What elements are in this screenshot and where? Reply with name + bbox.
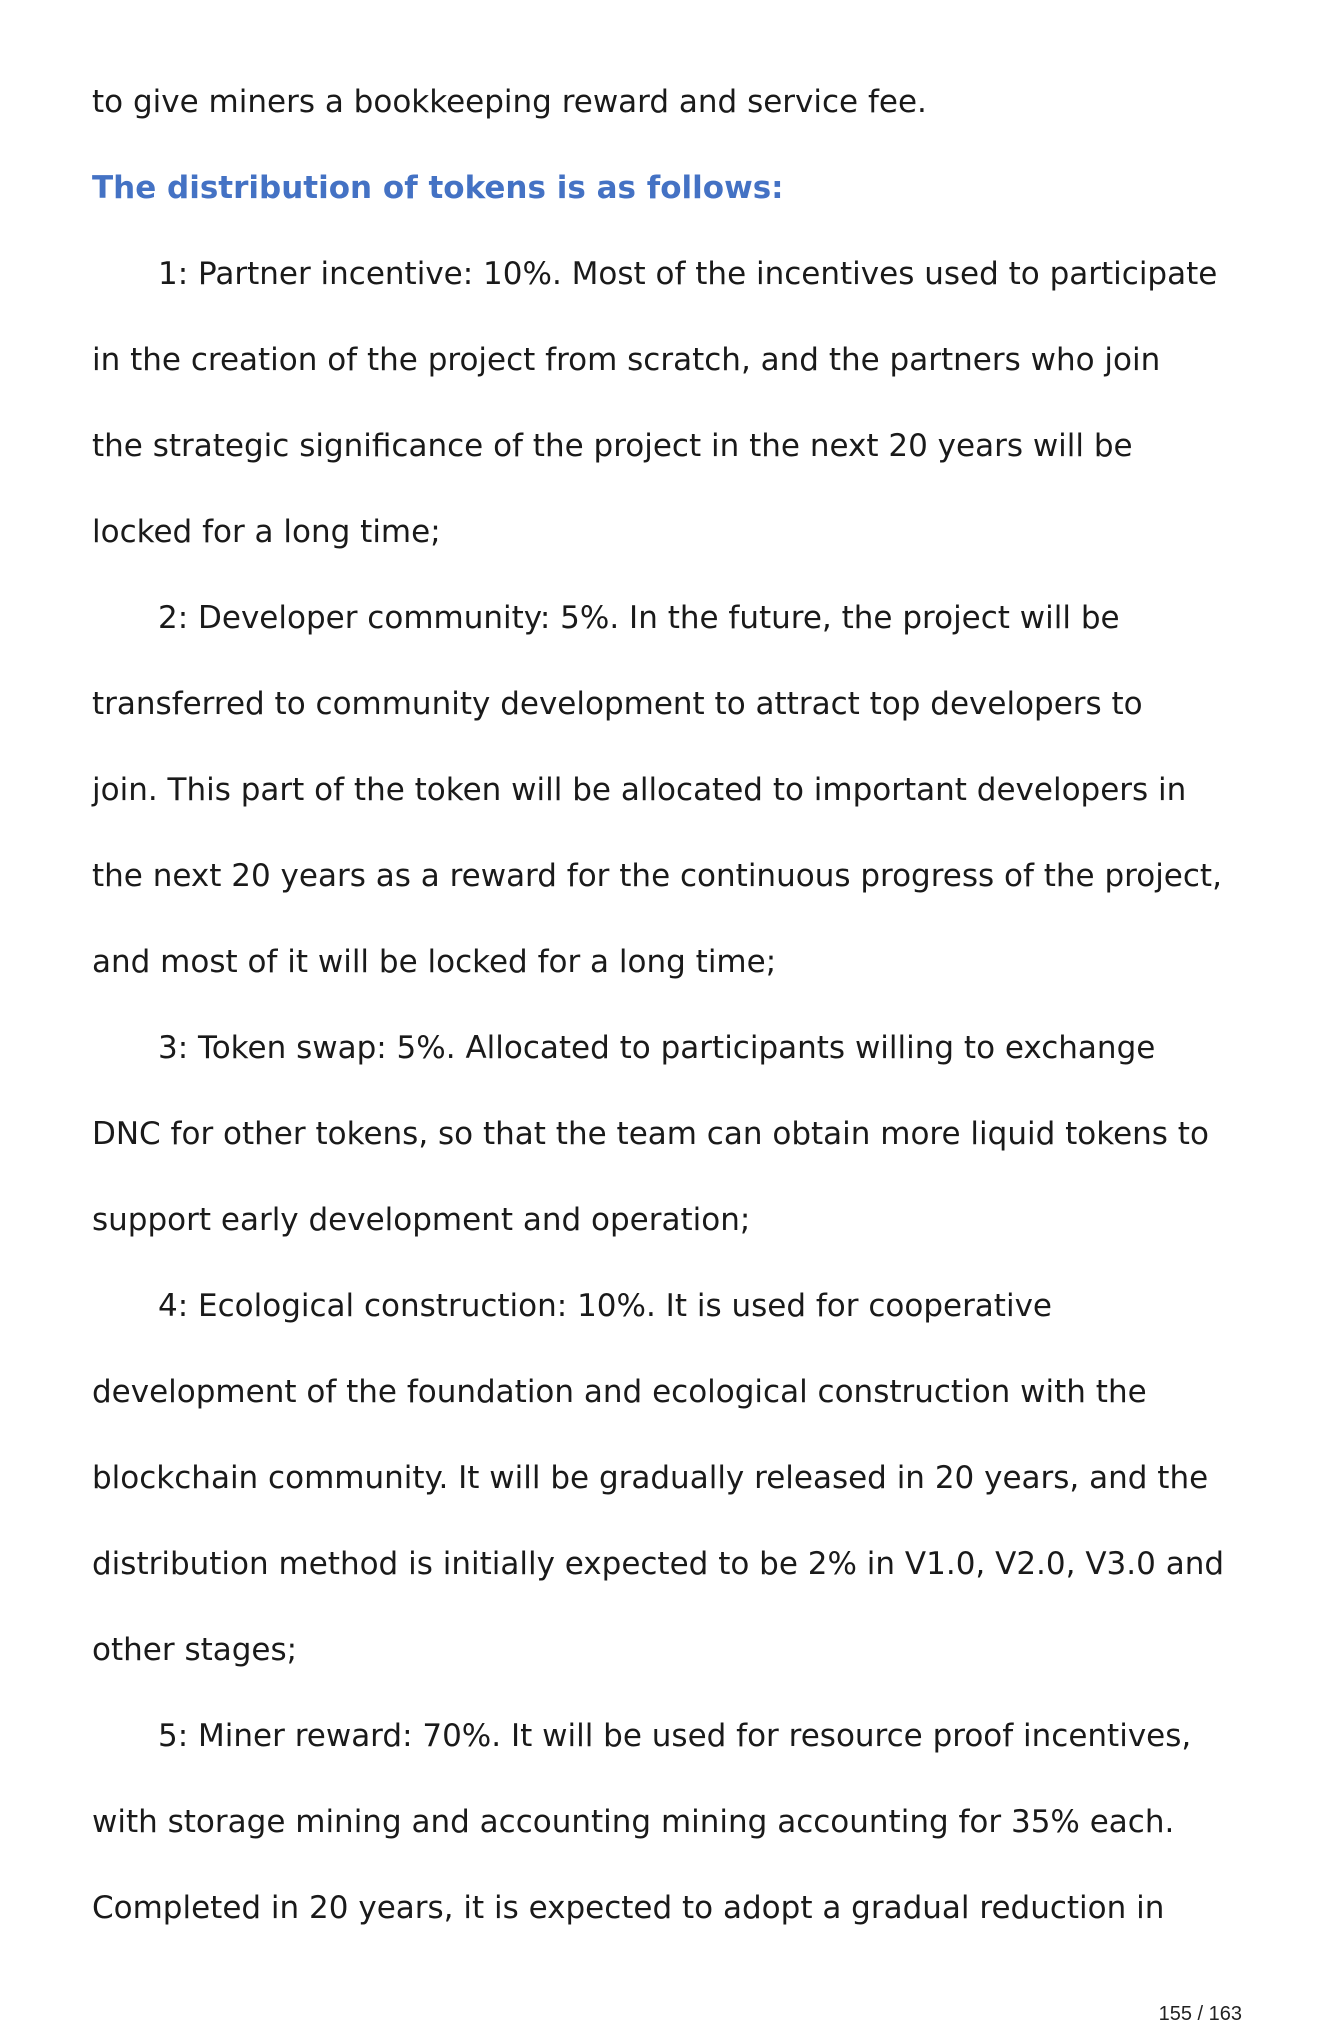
body-text-line: locked for a long time;: [92, 514, 441, 550]
body-text-line: the strategic significance of the projec…: [92, 428, 1133, 464]
list-item-token-swap: 3: Token swap: 5%. Allocated to particip…: [158, 1030, 1156, 1066]
body-text-line: support early development and operation;: [92, 1202, 751, 1238]
document-page: to give miners a bookkeeping reward and …: [0, 0, 1332, 2041]
body-text-line: distribution method is initially expecte…: [92, 1546, 1225, 1582]
body-text-line: Completed in 20 years, it is expected to…: [92, 1890, 1165, 1926]
list-item-partner-incentive: 1: Partner incentive: 10%. Most of the i…: [158, 256, 1218, 292]
body-text-line: with storage mining and accounting minin…: [92, 1804, 1175, 1840]
body-text-line: the next 20 years as a reward for the co…: [92, 858, 1222, 894]
body-text-line: DNC for other tokens, so that the team c…: [92, 1116, 1209, 1152]
body-text-line: to give miners a bookkeeping reward and …: [92, 84, 927, 120]
list-item-miner-reward: 5: Miner reward: 70%. It will be used fo…: [158, 1718, 1192, 1754]
section-heading: The distribution of tokens is as follows…: [92, 170, 784, 206]
list-item-ecological-construction: 4: Ecological construction: 10%. It is u…: [158, 1288, 1052, 1324]
body-text-line: join. This part of the token will be all…: [92, 772, 1187, 808]
body-text-line: and most of it will be locked for a long…: [92, 944, 777, 980]
body-text-line: other stages;: [92, 1632, 298, 1668]
page-number: 155 / 163: [1158, 2003, 1242, 2025]
body-text-line: transferred to community development to …: [92, 686, 1143, 722]
list-item-developer-community: 2: Developer community: 5%. In the futur…: [158, 600, 1120, 636]
body-text-line: in the creation of the project from scra…: [92, 342, 1161, 378]
body-text-line: development of the foundation and ecolog…: [92, 1374, 1147, 1410]
body-text-line: blockchain community. It will be gradual…: [92, 1460, 1209, 1496]
